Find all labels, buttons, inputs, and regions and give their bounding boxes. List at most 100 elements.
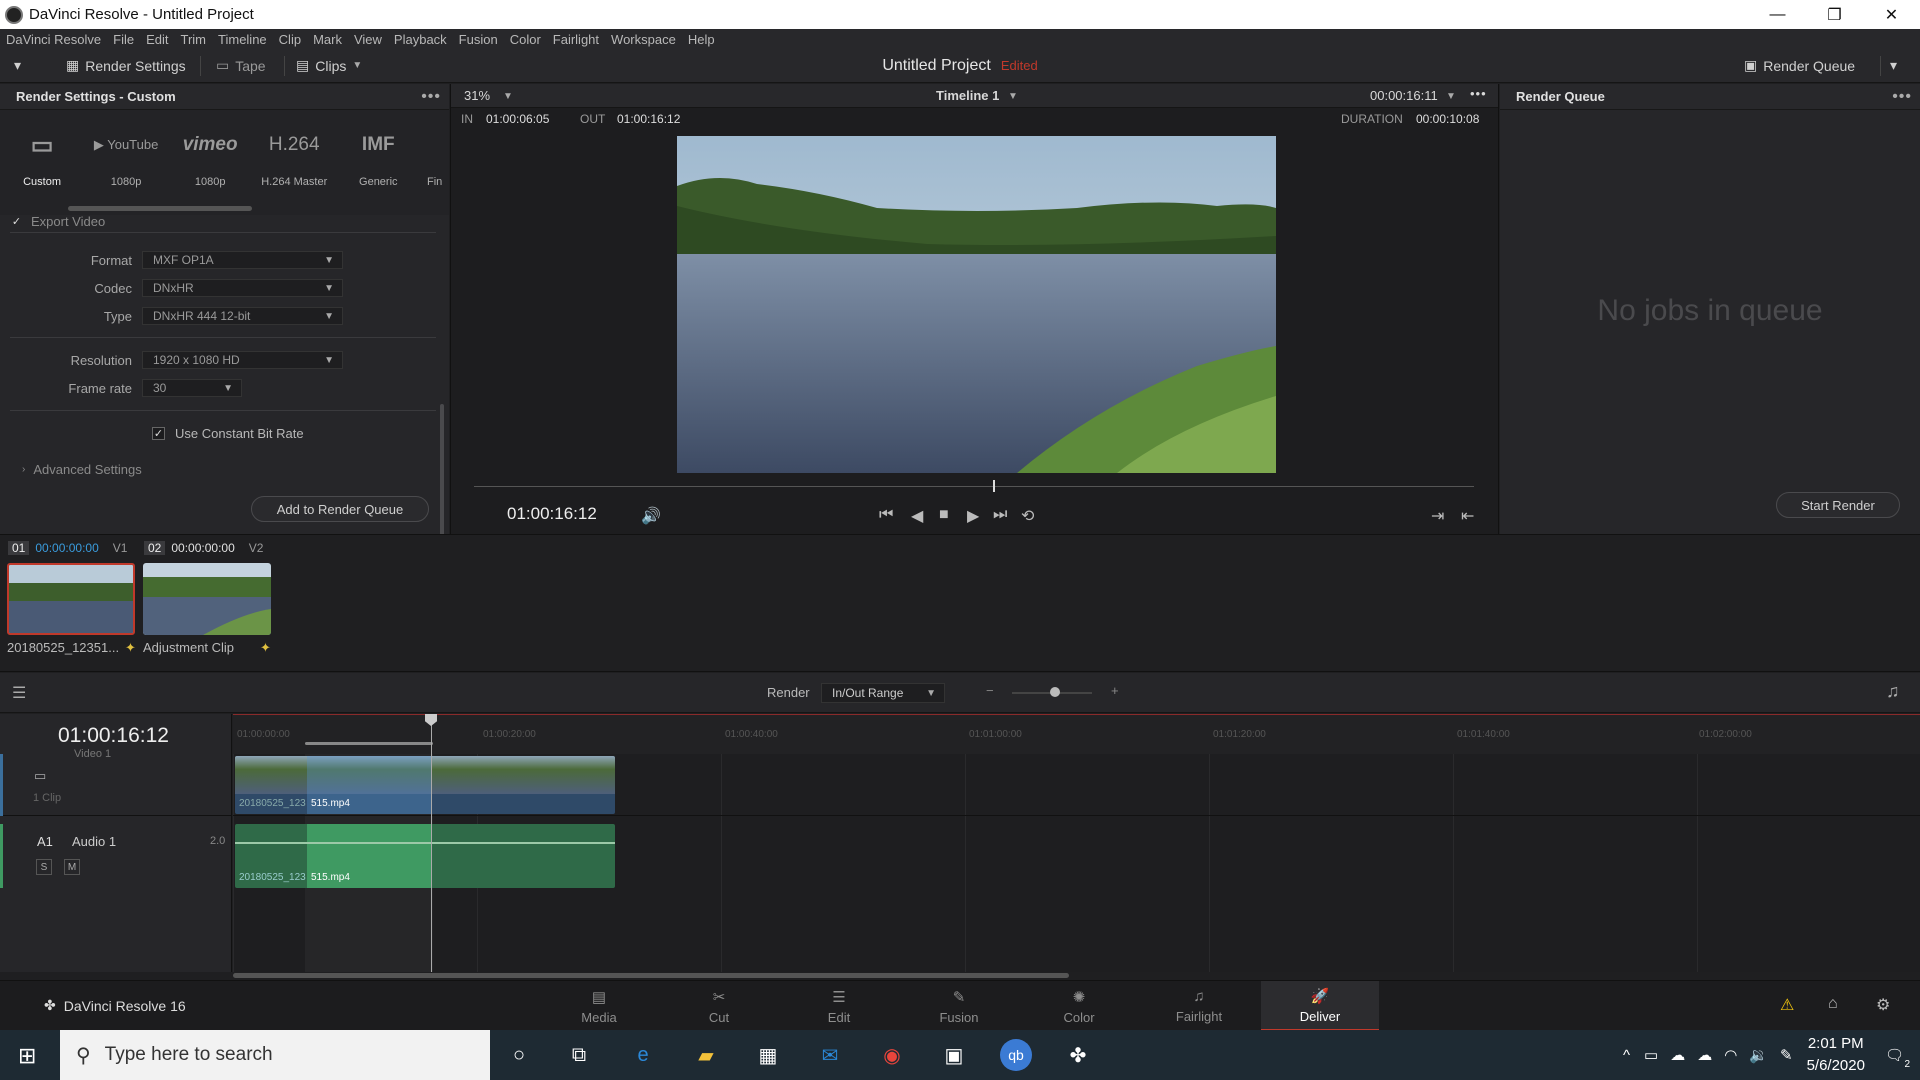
settings-scrollbar[interactable] [440, 404, 444, 544]
add-to-render-queue-button[interactable]: Add to Render Queue [251, 496, 429, 522]
mute-button[interactable]: M [64, 859, 80, 875]
jump-to-start-icon[interactable]: ⏮ [879, 506, 893, 524]
page-tab-color[interactable]: ✺ Color [1020, 981, 1138, 1031]
track-display-icon[interactable]: ▭ [34, 768, 46, 784]
presets-scrollbar[interactable] [68, 206, 252, 211]
chevron-down-icon[interactable]: ▼ [1446, 91, 1456, 102]
network-app-icon[interactable]: ▣ [938, 1039, 970, 1071]
chevron-down-icon[interactable]: ▼ [1008, 91, 1018, 102]
audio-meter-icon[interactable]: ♫ [1886, 681, 1900, 702]
home-icon[interactable]: ⌂ [1828, 995, 1838, 1013]
preset-youtube[interactable]: ▶ YouTube 1080p [84, 110, 168, 215]
scrubber-playhead[interactable] [993, 480, 995, 492]
zoom-in-icon[interactable]: + [1111, 683, 1119, 698]
menu-fairlight[interactable]: Fairlight [547, 32, 605, 47]
panel-collapse-icon[interactable]: ▾ [1890, 57, 1897, 74]
gear-icon[interactable]: ⚙ [1876, 995, 1890, 1015]
menu-mark[interactable]: Mark [307, 32, 348, 47]
preset-custom[interactable]: ▭ Custom [0, 110, 84, 215]
menu-fusion[interactable]: Fusion [453, 32, 504, 47]
play-reverse-icon[interactable]: ◀ [911, 506, 923, 526]
mail-icon[interactable]: ✉ [814, 1039, 846, 1071]
qbittorrent-icon[interactable]: qb [1000, 1039, 1032, 1071]
taskbar-search-box[interactable]: ⚲ Type here to search [60, 1030, 490, 1080]
more-options-icon[interactable]: ••• [421, 88, 441, 106]
menu-davinci-resolve[interactable]: DaVinci Resolve [0, 32, 107, 47]
format-select[interactable]: MXF OP1A ▼ [142, 251, 343, 269]
loop-icon[interactable]: ⟲ [1021, 506, 1034, 526]
taskbar-clock[interactable]: 2:01 PM 5/6/2020 [1807, 1033, 1865, 1077]
menu-help[interactable]: Help [682, 32, 721, 47]
timeline-ruler[interactable]: 01:00:00:00 01:00:20:00 01:00:40:00 01:0… [233, 714, 1920, 754]
wifi-icon[interactable]: ◠ [1724, 1046, 1737, 1064]
clip-thumbnail[interactable] [7, 563, 135, 635]
page-tab-media[interactable]: ▤ Media [540, 981, 658, 1031]
menu-color[interactable]: Color [504, 32, 547, 47]
preset-imf[interactable]: IMF Generic [336, 110, 420, 215]
timeline-name[interactable]: Timeline 1 [936, 88, 999, 103]
notification-center-icon[interactable]: 🗨 2 [1885, 1046, 1910, 1070]
menu-edit[interactable]: Edit [140, 32, 174, 47]
onedrive-icon[interactable]: ☁ [1670, 1046, 1685, 1064]
video-track-header[interactable]: Video 1 ▭ 1 Clip [0, 748, 232, 816]
timeline-area[interactable]: 01:00:00:00 01:00:20:00 01:00:40:00 01:0… [233, 714, 1920, 972]
in-out-range-bar[interactable] [305, 742, 433, 745]
page-tab-edit[interactable]: ☰ Edit [780, 981, 898, 1031]
more-options-icon[interactable]: ••• [1470, 86, 1487, 101]
timeline-view-options-icon[interactable]: ☰ [12, 683, 26, 703]
store-icon[interactable]: ▦ [752, 1039, 784, 1071]
volume-icon[interactable]: 🔊 [641, 506, 661, 526]
start-render-button[interactable]: Start Render [1776, 492, 1900, 518]
clips-toggle[interactable]: ▤ Clips ▼ [296, 57, 362, 74]
menu-trim[interactable]: Trim [175, 32, 213, 47]
page-tab-cut[interactable]: ✂ Cut [660, 981, 778, 1031]
zoom-out-icon[interactable]: − [986, 683, 994, 698]
menu-workspace[interactable]: Workspace [605, 32, 682, 47]
render-queue-toggle[interactable]: ▣ Render Queue [1744, 57, 1855, 74]
maximize-button[interactable]: ❐ [1806, 0, 1863, 29]
menu-view[interactable]: View [348, 32, 388, 47]
constant-bitrate-checkbox[interactable]: ✓ [152, 427, 165, 440]
jump-to-end-icon[interactable]: ⏭ [993, 506, 1007, 524]
audio-track-header[interactable]: A1 Audio 1 2.0 S M [0, 824, 232, 888]
audio-clip[interactable]: 20180525_123 515.mp4 [235, 824, 615, 888]
speaker-icon[interactable]: 🔉 [1749, 1046, 1768, 1064]
video-track[interactable]: 20180525_123 515.mp4 [233, 754, 1920, 816]
show-hidden-icons-icon[interactable]: ^ [1623, 1047, 1630, 1064]
minimize-button[interactable]: — [1749, 0, 1806, 29]
panel-toggle-icon[interactable]: ▾ [14, 57, 21, 74]
warning-icon[interactable]: ⚠ [1780, 995, 1794, 1015]
tape-toggle[interactable]: ▭ Tape [216, 57, 266, 74]
render-settings-toggle[interactable]: ▦ Render Settings [66, 57, 186, 74]
advanced-settings-row[interactable]: › Advanced Settings [22, 462, 142, 477]
pen-icon[interactable]: ✎ [1780, 1046, 1793, 1064]
chevron-down-icon[interactable]: ▼ [503, 91, 513, 102]
export-video-checkbox[interactable]: ✓ [10, 215, 23, 228]
previous-edit-icon[interactable]: ⇤ [1461, 506, 1474, 526]
menu-file[interactable]: File [107, 32, 140, 47]
render-range-select[interactable]: In/Out Range ▼ [821, 683, 945, 703]
timeline-playhead[interactable] [431, 714, 432, 972]
battery-icon[interactable]: ▭ [1644, 1046, 1658, 1064]
codec-select[interactable]: DNxHR ▼ [142, 279, 343, 297]
chrome-icon[interactable]: ◉ [876, 1039, 908, 1071]
solo-button[interactable]: S [36, 859, 52, 875]
file-explorer-icon[interactable]: ▰ [690, 1039, 722, 1071]
type-select[interactable]: DNxHR 444 12-bit ▼ [142, 307, 343, 325]
windows-start-icon[interactable]: ⊞ [18, 1043, 36, 1069]
audio-track[interactable]: 20180525_123 515.mp4 [233, 824, 1920, 888]
menu-timeline[interactable]: Timeline [212, 32, 273, 47]
menu-clip[interactable]: Clip [273, 32, 307, 47]
playback-scrubber[interactable] [474, 486, 1474, 487]
preset-vimeo[interactable]: vimeo 1080p [168, 110, 252, 215]
page-tab-fusion[interactable]: ✎ Fusion [900, 981, 1018, 1031]
zoom-level[interactable]: 31% [464, 88, 490, 103]
menu-playback[interactable]: Playback [388, 32, 453, 47]
next-edit-icon[interactable]: ⇥ [1431, 506, 1444, 526]
preset-final-cut[interactable]: Fin [420, 110, 449, 215]
more-options-icon[interactable]: ••• [1892, 88, 1912, 106]
page-tab-fairlight[interactable]: ♫ Fairlight [1140, 981, 1258, 1031]
edge-icon[interactable]: e [627, 1039, 659, 1071]
video-frame[interactable] [677, 136, 1276, 473]
page-tab-deliver[interactable]: 🚀 Deliver [1261, 981, 1379, 1031]
